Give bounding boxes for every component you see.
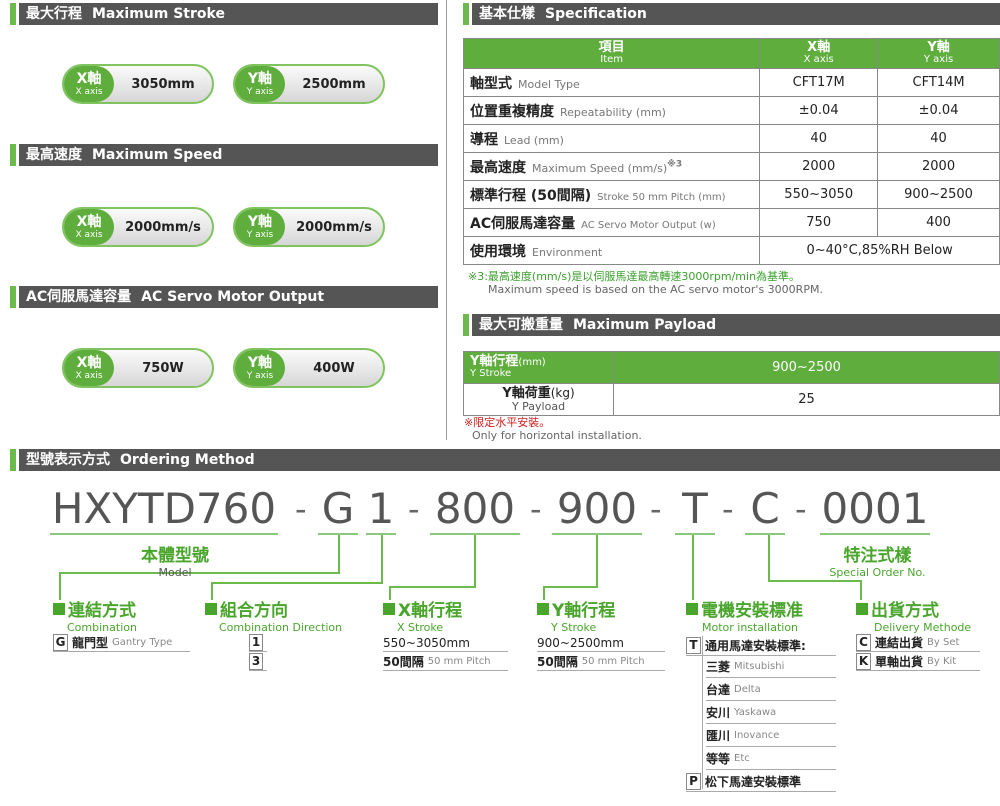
list-item: 三菱 Mitsubishi: [706, 656, 836, 678]
motor-row-t: T 通用馬達安裝標準:: [686, 636, 836, 656]
code-dash: -: [795, 490, 807, 528]
stroke-x-pill: X軸 X axis 3050mm: [62, 64, 214, 104]
table-row: 最高速度 Maximum Speed (mm/s)※3 2000 2000: [462, 152, 1000, 181]
combination-row: G 龍門型 Gantry Type: [53, 634, 190, 652]
code-c: C: [750, 484, 780, 533]
code-g: G: [321, 484, 355, 533]
code-dash: -: [722, 490, 734, 528]
delivery-row: K 單軸出貨 By Kit: [856, 653, 980, 671]
code-1: 1: [367, 484, 395, 533]
spec-table: 項目 Item X軸 X axis Y軸 Y axis 軸型式 Model Type CF…: [462, 38, 1000, 265]
stroke-y-pill: Y軸 Y axis 2500mm: [233, 64, 385, 104]
table-row: Y軸荷重(kg) Y Payload 25: [463, 383, 1000, 416]
direction-row: 3: [249, 653, 267, 671]
delivery-row: C 連結出貨 By Set: [856, 634, 980, 652]
payload-note: ※限定水平安裝。 Only for horizontal installatio…: [464, 416, 642, 442]
ordering-header: 型號表示方式 Ordering Method: [10, 449, 1000, 471]
speed-y-pill: Y軸 Y axis 2000mm/s: [233, 207, 385, 247]
output-x-pill: X軸 X axis 750W: [62, 348, 214, 388]
output-header: AC伺服馬達容量 AC Servo Motor Output: [10, 286, 438, 308]
code-dash: -: [408, 490, 420, 528]
list-item: 等等 Etc: [706, 748, 836, 770]
code-900: 900: [556, 484, 638, 533]
code-dash: -: [530, 490, 542, 528]
code-t: T: [682, 484, 708, 533]
y-stroke-row: 900~2500mm: [537, 634, 665, 652]
column-divider: [446, 0, 447, 440]
motor-row-p: P 松下馬達安裝標準: [686, 772, 836, 792]
table-row: 導程 Lead (mm) 40 40: [462, 124, 1000, 153]
table-row: 使用環境 Environment 0~40°C,85%RH Below: [462, 236, 1000, 265]
direction-row: 1: [249, 634, 267, 652]
list-item: 台達 Delta: [706, 679, 836, 701]
combination-group: 連結方式 Combination: [53, 596, 137, 634]
spec-note: ※3:最高速度(mm/s)是以伺服馬達最高轉速3000rpm/min為基準。 M…: [468, 270, 823, 296]
x-stroke-group: X軸行程 X Stroke: [383, 596, 462, 634]
y-stroke-row: 50間隔 50 mm Pitch: [537, 653, 665, 671]
table-row: 標準行程 (50間隔) Stroke 50 mm Pitch (mm) 550~30…: [462, 180, 1000, 209]
code-model: HXYTD760: [51, 484, 277, 533]
model-label: 本體型號 Model: [141, 546, 209, 579]
code-dash: -: [650, 490, 662, 528]
spec-header: 基本仕樣 Specification: [463, 3, 1000, 25]
table-row: 軸型式 Model Type CFT17M CFT14M: [462, 68, 1000, 97]
stroke-header: 最大行程 Maximum Stroke: [10, 3, 438, 25]
speed-header: 最高速度 Maximum Speed: [10, 144, 438, 166]
table-row: AC伺服馬達容量 AC Servo Motor Output (w) 750 400: [462, 208, 1000, 237]
list-item: 安川 Yaskawa: [706, 702, 836, 724]
payload-header: 最大可搬重量 Maximum Payload: [463, 314, 1000, 336]
table-row: 位置重複精度 Repeatability (mm) ±0.04 ±0.04: [462, 96, 1000, 125]
code-800: 800: [434, 484, 516, 533]
motor-group: 電機安裝標准 Motor installation: [686, 596, 803, 634]
code-0001: 0001: [821, 484, 929, 533]
special-label: 特注式樣 Special Order No.: [829, 546, 926, 579]
list-item: 匯川 Inovance: [706, 725, 836, 747]
x-stroke-row: 550~3050mm: [383, 634, 508, 652]
direction-group: 組合方向 Combination Direction: [205, 596, 342, 634]
speed-x-pill: X軸 X axis 2000mm/s: [62, 207, 214, 247]
output-y-pill: Y軸 Y axis 400W: [233, 348, 385, 388]
payload-table: Y軸行程(mm) Y Stroke 900~2500 Y軸荷重(kg) Y Payl…: [463, 351, 1000, 416]
delivery-group: 出貨方式 Delivery Methode: [856, 596, 971, 634]
y-stroke-group: Y軸行程 Y Stroke: [537, 596, 615, 634]
code-dash: -: [295, 490, 307, 528]
x-stroke-row: 50間隔 50 mm Pitch: [383, 653, 508, 671]
table-row: Y軸行程(mm) Y Stroke 900~2500: [463, 351, 1000, 384]
